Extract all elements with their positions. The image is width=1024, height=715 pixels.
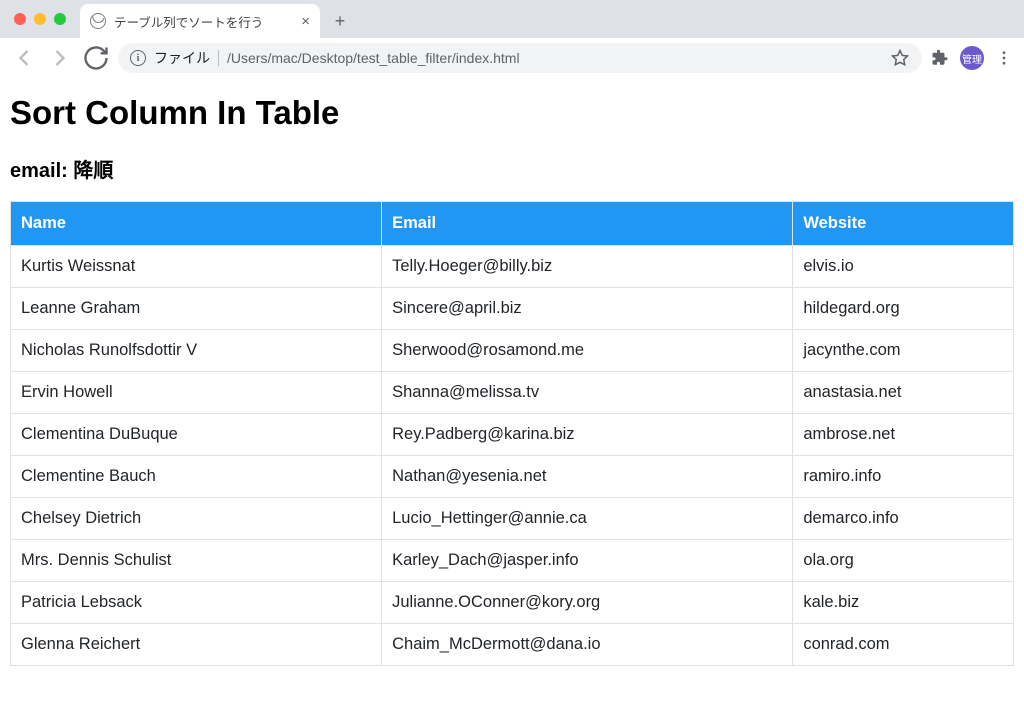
table-row: Clementine BauchNathan@yesenia.netramiro… [11,456,1014,498]
cell-name: Patricia Lebsack [11,582,382,624]
bookmark-star-icon[interactable] [890,48,910,68]
cell-email: Rey.Padberg@karina.biz [382,414,793,456]
cell-email: Shanna@melissa.tv [382,372,793,414]
tab-bar: テーブル列でソートを行う × + [0,0,1024,38]
cell-email: Lucio_Hettinger@annie.ca [382,498,793,540]
cell-name: Clementine Bauch [11,456,382,498]
site-info-icon[interactable]: i [130,50,146,66]
cell-name: Ervin Howell [11,372,382,414]
globe-icon [90,13,106,29]
data-table: Name Email Website Kurtis WeissnatTelly.… [10,201,1014,666]
cell-website: elvis.io [793,246,1014,288]
window-minimize-button[interactable] [34,13,46,25]
window-controls [10,0,74,38]
extensions-icon[interactable] [930,48,950,68]
forward-button[interactable] [46,44,74,72]
sort-status: email: 降順 [10,154,1014,183]
browser-toolbar: i ファイル /Users/mac/Desktop/test_table_fil… [0,38,1024,78]
cell-email: Julianne.OConner@kory.org [382,582,793,624]
cell-email: Nathan@yesenia.net [382,456,793,498]
window-close-button[interactable] [14,13,26,25]
table-row: Patricia LebsackJulianne.OConner@kory.or… [11,582,1014,624]
cell-email: Sincere@april.biz [382,288,793,330]
new-tab-button[interactable]: + [326,7,354,35]
column-header-name[interactable]: Name [11,202,382,246]
cell-website: hildegard.org [793,288,1014,330]
page-content: Sort Column In Table email: 降順 Name Emai… [0,78,1024,676]
url-scheme-label: ファイル [154,48,210,68]
cell-email: Sherwood@rosamond.me [382,330,793,372]
cell-email: Chaim_McDermott@dana.io [382,624,793,666]
cell-website: anastasia.net [793,372,1014,414]
table-row: Kurtis WeissnatTelly.Hoeger@billy.bizelv… [11,246,1014,288]
cell-name: Clementina DuBuque [11,414,382,456]
back-button[interactable] [10,44,38,72]
cell-name: Kurtis Weissnat [11,246,382,288]
table-row: Ervin HowellShanna@melissa.tvanastasia.n… [11,372,1014,414]
cell-website: ambrose.net [793,414,1014,456]
browser-tab[interactable]: テーブル列でソートを行う × [80,4,320,38]
table-row: Glenna ReichertChaim_McDermott@dana.ioco… [11,624,1014,666]
cell-email: Karley_Dach@jasper.info [382,540,793,582]
cell-website: ola.org [793,540,1014,582]
cell-email: Telly.Hoeger@billy.biz [382,246,793,288]
table-row: Mrs. Dennis SchulistKarley_Dach@jasper.i… [11,540,1014,582]
column-header-email[interactable]: Email [382,202,793,246]
cell-website: ramiro.info [793,456,1014,498]
cell-name: Mrs. Dennis Schulist [11,540,382,582]
tab-title: テーブル列でソートを行う [114,12,263,31]
cell-name: Nicholas Runolfsdottir V [11,330,382,372]
column-header-website[interactable]: Website [793,202,1014,246]
cell-name: Leanne Graham [11,288,382,330]
cell-website: demarco.info [793,498,1014,540]
table-row: Clementina DuBuqueRey.Padberg@karina.biz… [11,414,1014,456]
profile-label: 管理 [962,51,982,66]
toolbar-right: 管理 [930,46,1014,70]
tab-close-button[interactable]: × [301,14,310,29]
address-bar[interactable]: i ファイル /Users/mac/Desktop/test_table_fil… [118,43,922,73]
page-title: Sort Column In Table [10,94,1014,132]
reload-button[interactable] [82,44,110,72]
table-header-row: Name Email Website [11,202,1014,246]
cell-website: kale.biz [793,582,1014,624]
url-path: /Users/mac/Desktop/test_table_filter/ind… [227,50,882,66]
profile-badge[interactable]: 管理 [960,46,984,70]
table-row: Leanne GrahamSincere@april.bizhildegard.… [11,288,1014,330]
cell-website: jacynthe.com [793,330,1014,372]
table-row: Nicholas Runolfsdottir VSherwood@rosamon… [11,330,1014,372]
browser-menu-button[interactable] [994,48,1014,68]
cell-name: Chelsey Dietrich [11,498,382,540]
cell-name: Glenna Reichert [11,624,382,666]
browser-chrome: テーブル列でソートを行う × + i ファイル /Users/mac/Deskt… [0,0,1024,78]
address-divider [218,50,219,66]
window-maximize-button[interactable] [54,13,66,25]
cell-website: conrad.com [793,624,1014,666]
table-row: Chelsey DietrichLucio_Hettinger@annie.ca… [11,498,1014,540]
